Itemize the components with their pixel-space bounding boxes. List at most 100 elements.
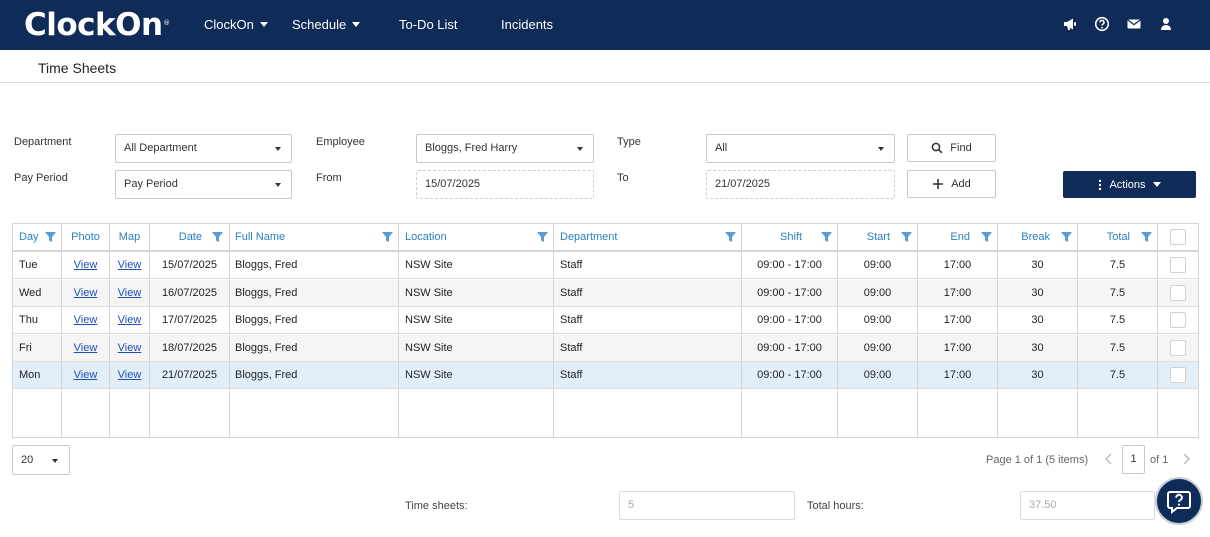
to-date-input[interactable]: 21/07/2025 [706, 170, 895, 199]
chevron-down-icon [878, 147, 884, 151]
column-header-shift[interactable]: Shift [742, 224, 838, 250]
add-button[interactable]: Add [907, 170, 996, 198]
total-hours-label: Total hours: [807, 500, 864, 512]
actions-button[interactable]: Actions [1063, 171, 1196, 198]
column-header-total[interactable]: Total [1078, 224, 1158, 250]
photo-view-link[interactable]: View [74, 314, 98, 326]
column-header-date[interactable]: Date [150, 224, 230, 250]
search-icon [931, 142, 943, 154]
pay-period-select[interactable]: Pay Period [115, 170, 292, 199]
row-checkbox[interactable] [1170, 257, 1186, 273]
cell-start: 09:00 [838, 362, 918, 388]
mail-icon[interactable] [1126, 16, 1142, 32]
cell-start: 09:00 [838, 307, 918, 333]
select-all-checkbox[interactable] [1170, 229, 1186, 245]
column-header-day[interactable]: Day [13, 224, 62, 250]
help-icon[interactable] [1094, 16, 1110, 32]
cell-select [1158, 362, 1198, 388]
cell-shift: 09:00 - 17:00 [742, 334, 838, 361]
cell-day: Wed [13, 279, 62, 306]
nav-clockon[interactable]: ClockOn [204, 17, 268, 33]
cell-select [1158, 307, 1198, 333]
map-view-link[interactable]: View [118, 287, 142, 299]
table-row[interactable]: Wed View View 16/07/2025 Bloggs, Fred NSW Sit… [13, 279, 1198, 307]
cell-total: 7.5 [1078, 362, 1158, 388]
filter-icon[interactable] [1061, 232, 1072, 242]
filter-icon[interactable] [821, 232, 832, 242]
type-select[interactable]: All [706, 134, 895, 163]
cell-department: Staff [554, 279, 742, 306]
column-header-department[interactable]: Department [554, 224, 742, 250]
cell-date: 17/07/2025 [150, 307, 230, 333]
cell-map: View [110, 362, 150, 388]
nav-incidents[interactable]: Incidents [501, 17, 553, 33]
map-view-link[interactable]: View [118, 314, 142, 326]
filter-icon[interactable] [901, 232, 912, 242]
cell-day: Thu [13, 307, 62, 333]
cell-select [1158, 280, 1198, 306]
department-select[interactable]: All Department [115, 134, 292, 163]
photo-view-link[interactable]: View [74, 287, 98, 299]
filter-icon[interactable] [1141, 232, 1152, 242]
row-checkbox[interactable] [1170, 339, 1186, 356]
table-row[interactable]: Fri View View 18/07/2025 Bloggs, Fred NSW Sit… [13, 334, 1198, 362]
column-header-map[interactable]: Map [110, 224, 150, 250]
from-date-input[interactable]: 15/07/2025 [416, 170, 594, 199]
clockon-logo[interactable]: ClockOn ® [24, 8, 170, 42]
top-navbar: ClockOn ® ClockOn Schedule To-Do List Inc… [0, 0, 1210, 50]
row-checkbox[interactable] [1170, 367, 1186, 383]
table-row[interactable]: Mon View View 21/07/2025 Bloggs, Fred NSW Sit… [13, 362, 1198, 389]
find-button[interactable]: Find [907, 134, 996, 162]
megaphone-icon[interactable] [1062, 16, 1078, 32]
cell-photo: View [62, 279, 110, 306]
map-view-link[interactable]: View [118, 259, 142, 271]
photo-view-link[interactable]: View [74, 342, 98, 354]
cell-photo: View [62, 334, 110, 361]
column-header-full-name[interactable]: Full Name [230, 224, 399, 250]
cell-break: 30 [998, 279, 1078, 306]
filter-icon[interactable] [725, 232, 736, 242]
chevron-left-icon[interactable] [1104, 453, 1114, 465]
photo-view-link[interactable]: View [74, 259, 98, 271]
cell-total: 7.5 [1078, 252, 1158, 278]
filter-icon[interactable] [382, 232, 393, 242]
employee-select[interactable]: Bloggs, Fred Harry [416, 134, 594, 163]
timesheets-count-label: Time sheets: [405, 500, 468, 512]
cell-break: 30 [998, 334, 1078, 361]
column-header-start[interactable]: Start [838, 224, 918, 250]
grid-header: Day Photo Map Date Full Name Location De… [13, 224, 1198, 252]
cell-end: 17:00 [918, 252, 998, 278]
cell-break: 30 [998, 307, 1078, 333]
filter-icon[interactable] [981, 232, 992, 242]
filter-icon[interactable] [537, 232, 548, 242]
cell-end: 17:00 [918, 307, 998, 333]
cell-shift: 09:00 - 17:00 [742, 362, 838, 388]
table-row[interactable]: Thu View View 17/07/2025 Bloggs, Fred NSW Sit… [13, 307, 1198, 334]
cell-day: Mon [13, 362, 62, 388]
nav-todo-list[interactable]: To-Do List [399, 17, 458, 33]
column-header-end[interactable]: End [918, 224, 998, 250]
chevron-right-icon[interactable] [1181, 453, 1191, 465]
photo-view-link[interactable]: View [74, 369, 98, 381]
cell-department: Staff [554, 334, 742, 361]
cell-full-name: Bloggs, Fred [230, 334, 399, 361]
to-label: To [617, 172, 629, 184]
page-number-input[interactable]: 1 [1122, 445, 1145, 474]
filter-icon[interactable] [45, 232, 56, 242]
row-checkbox[interactable] [1170, 284, 1186, 301]
chevron-down-icon [577, 147, 583, 151]
page-size-select[interactable]: 20 [12, 445, 70, 475]
column-header-location[interactable]: Location [399, 224, 554, 250]
row-checkbox[interactable] [1170, 312, 1186, 328]
map-view-link[interactable]: View [118, 369, 142, 381]
nav-schedule[interactable]: Schedule [292, 17, 361, 33]
help-chat-button[interactable] [1155, 477, 1203, 525]
table-row[interactable]: Tue View View 15/07/2025 Bloggs, Fred NSW Sit… [13, 252, 1198, 279]
cell-full-name: Bloggs, Fred [230, 252, 399, 278]
user-icon[interactable] [1158, 16, 1174, 32]
column-header-photo[interactable]: Photo [62, 224, 110, 250]
cell-day: Tue [13, 252, 62, 278]
map-view-link[interactable]: View [118, 342, 142, 354]
column-header-break[interactable]: Break [998, 224, 1078, 250]
filter-icon[interactable] [212, 232, 223, 242]
